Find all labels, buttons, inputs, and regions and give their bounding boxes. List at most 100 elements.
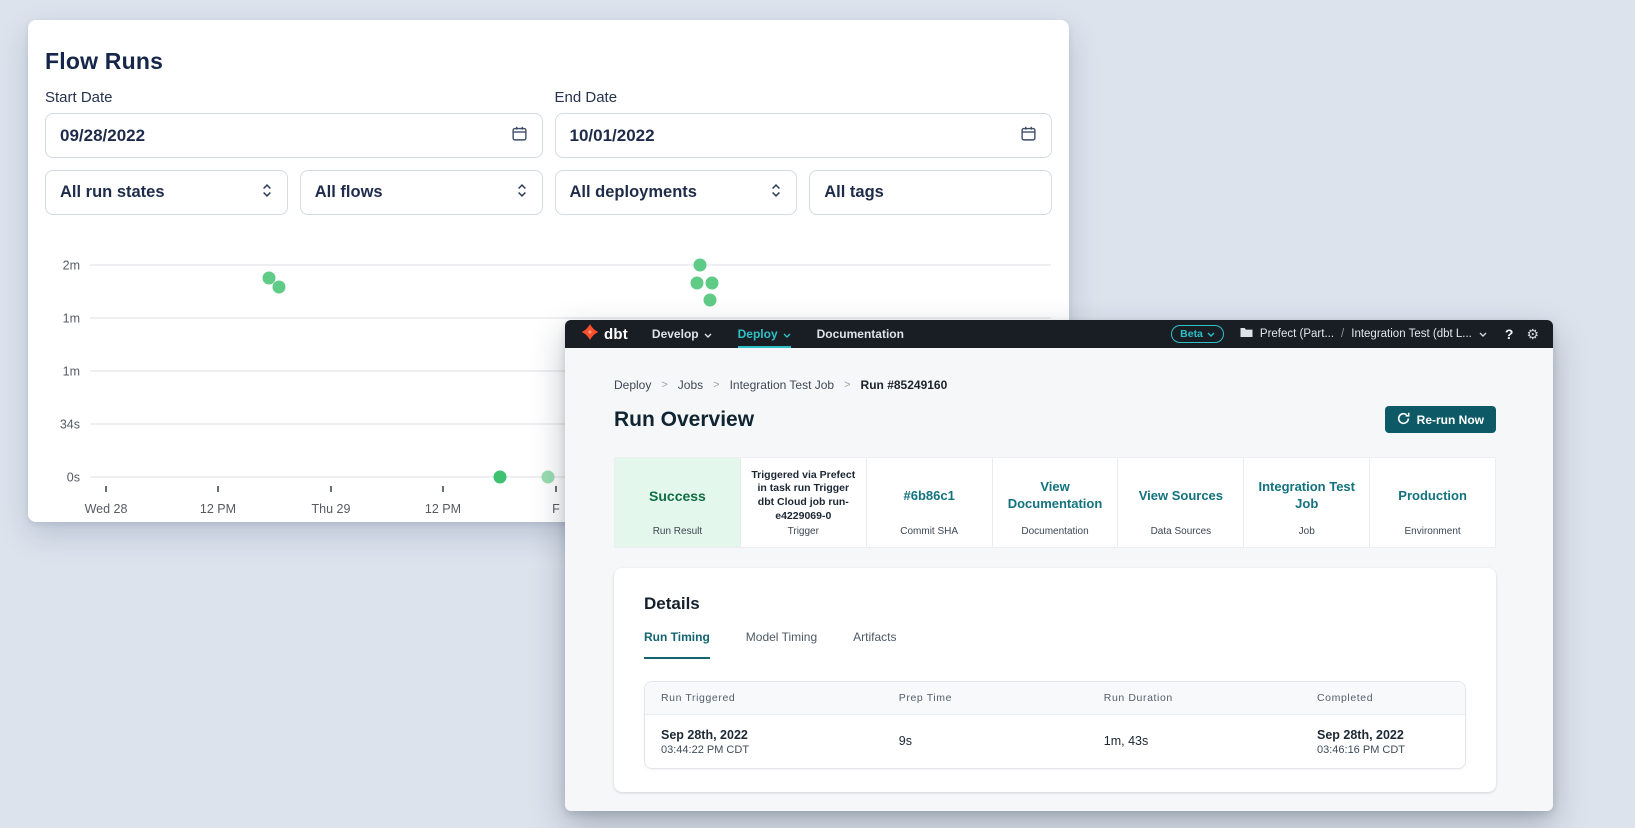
col-prep-time: Prep Time — [883, 682, 1088, 714]
updown-chevrons-icon — [261, 182, 273, 204]
completed-time: 03:46:16 PM CDT — [1317, 744, 1449, 756]
col-run-triggered: Run Triggered — [645, 682, 883, 714]
dbt-logo[interactable]: dbt — [581, 323, 628, 346]
x-axis-tick-label: Thu 29 — [312, 502, 351, 516]
tags-select[interactable]: All tags — [809, 170, 1052, 215]
chevron-down-icon — [783, 327, 791, 341]
col-completed: Completed — [1301, 682, 1465, 714]
rerun-now-label: Re-run Now — [1417, 413, 1484, 427]
flow-run-point[interactable] — [704, 294, 717, 307]
dbt-logo-icon — [581, 323, 599, 346]
environment-card: Production Environment — [1369, 458, 1495, 547]
flow-run-point[interactable] — [706, 277, 719, 290]
tab-artifacts[interactable]: Artifacts — [853, 630, 896, 659]
breadcrumb-run-id: Run #85249160 — [861, 378, 948, 392]
nav-item-documentation[interactable]: Documentation — [817, 320, 904, 348]
data-sources-card: View Sources Data Sources — [1117, 458, 1243, 547]
documentation-label: Documentation — [993, 526, 1118, 547]
project-environment-switcher[interactable]: Prefect (Part... / Integration Test (dbt… — [1240, 327, 1487, 341]
gear-icon[interactable]: ⚙ — [1526, 327, 1539, 341]
nav-item-develop[interactable]: Develop — [652, 320, 712, 348]
chevron-down-icon — [704, 327, 712, 341]
run-result-value: Success — [615, 458, 740, 526]
run-timing-table-header: Run Triggered Prep Time Run Duration Com… — [645, 682, 1465, 715]
run-summary-cards: Success Run Result Triggered via Prefect… — [614, 457, 1496, 548]
environment-link[interactable]: Production — [1370, 458, 1495, 526]
run-duration-cell: 1m, 43s — [1088, 715, 1301, 768]
dbt-logo-text: dbt — [604, 326, 628, 343]
x-axis-tick-label: 12 PM — [425, 502, 461, 516]
breadcrumb-deploy[interactable]: Deploy — [614, 378, 651, 392]
tab-run-timing[interactable]: Run Timing — [644, 630, 710, 659]
completed-cell: Sep 28th, 2022 03:46:16 PM CDT — [1301, 715, 1465, 768]
commit-sha-link[interactable]: #6b86c1 — [867, 458, 992, 526]
run-timing-table: Run Triggered Prep Time Run Duration Com… — [644, 681, 1466, 769]
col-run-duration: Run Duration — [1088, 682, 1301, 714]
view-sources-link[interactable]: View Sources — [1118, 458, 1243, 526]
refresh-icon — [1397, 412, 1410, 428]
page-title-row: Run Overview Re-run Now — [614, 406, 1496, 433]
date-filter-row: Start Date 09/28/2022 End Date 10/01/202… — [45, 87, 1052, 158]
chevron-down-icon — [1207, 328, 1215, 340]
y-axis-tick-label: 1m — [63, 312, 80, 326]
trigger-value: Triggered via Prefect in task run Trigge… — [741, 458, 866, 526]
deployments-select[interactable]: All deployments — [555, 170, 798, 215]
calendar-icon[interactable] — [511, 125, 528, 147]
x-axis-tick-label: 12 PM — [200, 502, 236, 516]
flow-runs-title: Flow Runs — [45, 46, 1052, 76]
tags-select-value: All tags — [824, 183, 1037, 202]
flow-run-point[interactable] — [273, 281, 286, 294]
y-axis-tick-label: 0s — [67, 471, 80, 485]
flow-run-point[interactable] — [263, 272, 276, 285]
beta-label: Beta — [1180, 328, 1203, 340]
flow-run-point[interactable] — [694, 259, 707, 272]
details-card: Details Run Timing Model Timing Artifact… — [614, 568, 1496, 792]
commit-sha-card: #6b86c1 Commit SHA — [866, 458, 992, 547]
start-date-input[interactable]: 09/28/2022 — [45, 113, 543, 158]
flow-run-point[interactable] — [542, 471, 555, 484]
run-states-select[interactable]: All run states — [45, 170, 288, 215]
environment-name: Integration Test (dbt L... — [1351, 328, 1472, 340]
calendar-icon[interactable] — [1020, 125, 1037, 147]
run-result-label: Run Result — [615, 526, 740, 547]
filter-select-row: All run states All flows All deployments… — [45, 170, 1052, 215]
nav-item-documentation-label: Documentation — [817, 327, 904, 341]
project-name: Prefect (Part... — [1260, 328, 1334, 340]
deployments-select-value: All deployments — [570, 183, 771, 202]
documentation-card: View Documentation Documentation — [992, 458, 1118, 547]
path-separator: / — [1341, 328, 1344, 340]
help-button[interactable]: ? — [1505, 326, 1514, 342]
dbt-top-navbar: dbt Develop Deploy Documentation Beta Pr… — [565, 320, 1553, 348]
rerun-now-button[interactable]: Re-run Now — [1385, 406, 1496, 433]
details-title: Details — [644, 594, 1466, 614]
updown-chevrons-icon — [770, 182, 782, 204]
nav-item-deploy[interactable]: Deploy — [738, 320, 791, 348]
folder-icon — [1240, 327, 1253, 341]
flows-select[interactable]: All flows — [300, 170, 543, 215]
page-title: Run Overview — [614, 408, 754, 432]
prep-time-cell: 9s — [883, 715, 1088, 768]
start-date-field: Start Date 09/28/2022 — [45, 87, 543, 158]
job-card: Integration Test Job Job — [1243, 458, 1369, 547]
view-documentation-link[interactable]: View Documentation — [993, 458, 1118, 526]
flow-run-point[interactable] — [691, 277, 704, 290]
trigger-label: Trigger — [741, 526, 866, 547]
updown-chevrons-icon — [516, 182, 528, 204]
x-axis-tick-label: F — [552, 502, 560, 516]
flows-select-value: All flows — [315, 183, 516, 202]
end-date-input[interactable]: 10/01/2022 — [555, 113, 1053, 158]
run-triggered-time: 03:44:22 PM CDT — [661, 744, 867, 756]
job-link[interactable]: Integration Test Job — [1244, 458, 1369, 526]
tab-model-timing[interactable]: Model Timing — [746, 630, 817, 659]
nav-item-develop-label: Develop — [652, 327, 699, 341]
breadcrumb-jobs[interactable]: Jobs — [678, 378, 703, 392]
beta-dropdown[interactable]: Beta — [1171, 325, 1224, 343]
run-states-select-value: All run states — [60, 183, 261, 202]
y-axis-tick-label: 2m — [63, 259, 80, 273]
table-row: Sep 28th, 2022 03:44:22 PM CDT 9s 1m, 43… — [645, 715, 1465, 768]
environment-label: Environment — [1370, 526, 1495, 547]
breadcrumb-job-name[interactable]: Integration Test Job — [730, 378, 835, 392]
commit-sha-label: Commit SHA — [867, 526, 992, 547]
flow-run-point[interactable] — [494, 471, 507, 484]
details-tabs: Run Timing Model Timing Artifacts — [644, 630, 1466, 659]
